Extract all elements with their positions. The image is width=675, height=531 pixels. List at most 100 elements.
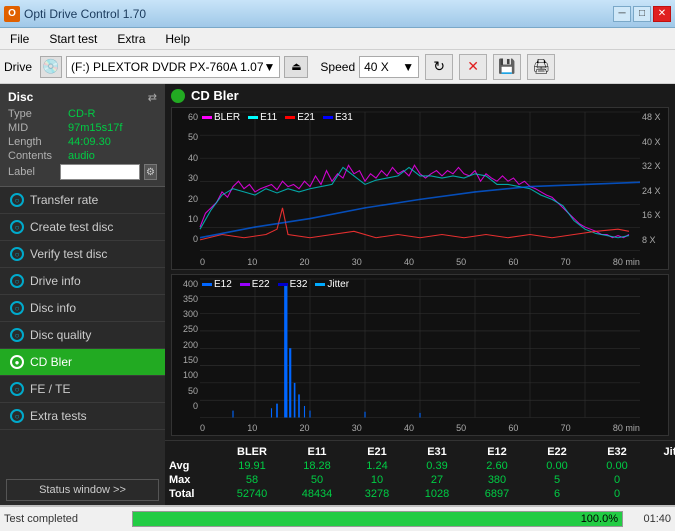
stats-header-row: BLER E11 E21 E31 E12 E22 E32 Jitter: [167, 445, 675, 459]
drive-label: Drive: [4, 60, 32, 74]
drive-dropdown[interactable]: (F:) PLEXTOR DVDR PX-760A 1.07 ▼: [66, 56, 280, 78]
nav-item-transfer-rate[interactable]: ○ Transfer rate: [0, 187, 165, 214]
nav-item-fe-te[interactable]: ○ FE / TE: [0, 376, 165, 403]
upper-legend: BLER E11 E21 E31: [202, 112, 353, 123]
stats-col-bler: BLER: [217, 445, 287, 459]
stats-total-jitter: -: [647, 487, 675, 501]
maximize-button[interactable]: □: [633, 6, 651, 22]
nav-item-cd-bler[interactable]: ● CD Bler: [0, 349, 165, 376]
disc-label-icon-button[interactable]: ⚙: [144, 164, 157, 180]
disc-contents-label: Contents: [8, 150, 68, 162]
upper-x-axis: 0 10 20 30 40 50 60 70 80 min: [200, 257, 640, 267]
nav-label-verify-test-disc: Verify test disc: [30, 247, 107, 261]
disc-label-input[interactable]: [60, 164, 140, 180]
disc-mid-label: MID: [8, 122, 68, 134]
stats-total-e11: 48434: [287, 487, 347, 501]
stats-avg-jitter: -: [647, 459, 675, 473]
stats-max-e31: 27: [407, 473, 467, 487]
nav-icon-drive-info: ○: [10, 274, 24, 288]
stats-max-e32: 0: [587, 473, 647, 487]
legend-e32: E32: [278, 279, 308, 290]
stats-total-row: Total 52740 48434 3278 1028 6897 6 0 -: [167, 487, 675, 501]
stats-avg-e22: 0.00: [527, 459, 587, 473]
disc-length-label: Length: [8, 136, 68, 148]
stats-col-empty: [167, 445, 217, 459]
stats-col-e12: E12: [467, 445, 527, 459]
progress-bar-fill: [133, 512, 622, 526]
menu-extra[interactable]: Extra: [111, 30, 151, 48]
stats-max-e12: 380: [467, 473, 527, 487]
stats-avg-e32: 0.00: [587, 459, 647, 473]
progress-bar-container: 100.0%: [132, 511, 623, 527]
nav-icon-create-test-disc: ○: [10, 220, 24, 234]
stats-avg-e11: 18.28: [287, 459, 347, 473]
menu-start-test[interactable]: Start test: [43, 30, 103, 48]
stats-max-jitter: -: [647, 473, 675, 487]
speed-dropdown[interactable]: 40 X ▼: [359, 56, 419, 78]
stats-total-e32: 0: [587, 487, 647, 501]
print-button[interactable]: 🖨: [527, 54, 555, 80]
speed-dropdown-arrow: ▼: [402, 60, 414, 74]
nav-item-drive-info[interactable]: ○ Drive info: [0, 268, 165, 295]
stats-col-e22: E22: [527, 445, 587, 459]
stats-max-row: Max 58 50 10 27 380 5 0 -: [167, 473, 675, 487]
chart-container: CD Bler BLER E11 E21: [165, 84, 675, 440]
drive-dropdown-arrow: ▼: [264, 60, 276, 74]
menubar: File Start test Extra Help: [0, 28, 675, 50]
disc-contents-value: audio: [68, 150, 95, 162]
right-panel: CD Bler BLER E11 E21: [165, 84, 675, 505]
drive-select: 💿 (F:) PLEXTOR DVDR PX-760A 1.07 ▼: [40, 56, 280, 78]
disc-mid-value: 97m15s17f: [68, 122, 122, 134]
nav-label-extra-tests: Extra tests: [30, 409, 87, 423]
menu-file[interactable]: File: [4, 30, 35, 48]
stats-max-label: Max: [167, 473, 217, 487]
nav-item-extra-tests[interactable]: ○ Extra tests: [0, 403, 165, 430]
nav-label-drive-info: Drive info: [30, 274, 81, 288]
chart-title: CD Bler: [191, 88, 239, 103]
stats-max-e22: 5: [527, 473, 587, 487]
floppy-button[interactable]: 💾: [493, 54, 521, 80]
refresh-button[interactable]: ↻: [425, 54, 453, 80]
stats-avg-e31: 0.39: [407, 459, 467, 473]
stats-col-e21: E21: [347, 445, 407, 459]
upper-y-axis: 60 50 40 30 20 10 0: [172, 108, 200, 249]
nav-icon-fe-te: ○: [10, 382, 24, 396]
app-title: Opti Drive Control 1.70: [24, 7, 146, 21]
left-panel: Disc ⇄ Type CD-R MID 97m15s17f Length 44…: [0, 84, 165, 505]
nav-icon-extra-tests: ○: [10, 409, 24, 423]
stats-total-e12: 6897: [467, 487, 527, 501]
toolbar: Drive 💿 (F:) PLEXTOR DVDR PX-760A 1.07 ▼…: [0, 50, 675, 84]
clear-button[interactable]: ✕: [459, 54, 487, 80]
lower-x-axis: 0 10 20 30 40 50 60 70 80 min: [200, 423, 640, 433]
nav-icon-transfer-rate: ○: [10, 193, 24, 207]
statusbar: Test completed 100.0% 01:40: [0, 505, 675, 531]
disc-type-value: CD-R: [68, 108, 96, 120]
stats-col-e32: E32: [587, 445, 647, 459]
disc-section: Disc ⇄ Type CD-R MID 97m15s17f Length 44…: [0, 84, 165, 187]
eject-button[interactable]: ⏏: [284, 56, 308, 78]
stats-total-e31: 1028: [407, 487, 467, 501]
main-layout: Disc ⇄ Type CD-R MID 97m15s17f Length 44…: [0, 84, 675, 505]
lower-legend: E12 E22 E32 Jitter: [202, 279, 349, 290]
drive-value: (F:) PLEXTOR DVDR PX-760A 1.07: [71, 60, 264, 74]
nav-icon-disc-info: ○: [10, 301, 24, 315]
legend-e21: E21: [285, 112, 315, 123]
legend-e31: E31: [323, 112, 353, 123]
status-window-button[interactable]: Status window >>: [6, 479, 159, 501]
minimize-button[interactable]: ─: [613, 6, 631, 22]
nav-item-disc-quality[interactable]: ○ Disc quality: [0, 322, 165, 349]
close-button[interactable]: ✕: [653, 6, 671, 22]
chart-icon: [171, 89, 185, 103]
disc-title: Disc: [8, 90, 33, 104]
drive-icon: 💿: [40, 56, 62, 78]
speed-value: 40 X: [364, 60, 389, 74]
stats-max-bler: 58: [217, 473, 287, 487]
nav-item-disc-info[interactable]: ○ Disc info: [0, 295, 165, 322]
chart-header: CD Bler: [171, 88, 669, 103]
disc-collapse-arrow[interactable]: ⇄: [148, 91, 157, 104]
titlebar: O Opti Drive Control 1.70 ─ □ ✕: [0, 0, 675, 28]
nav-item-verify-test-disc[interactable]: ○ Verify test disc: [0, 241, 165, 268]
titlebar-buttons: ─ □ ✕: [613, 6, 671, 22]
menu-help[interactable]: Help: [159, 30, 196, 48]
nav-item-create-test-disc[interactable]: ○ Create test disc: [0, 214, 165, 241]
